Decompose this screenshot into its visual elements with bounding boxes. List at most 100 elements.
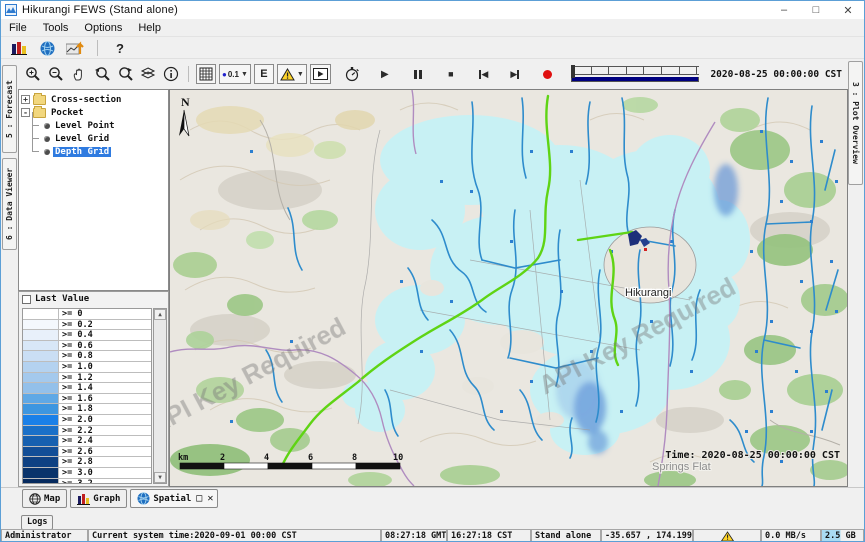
- legend-row: >= 2.2: [23, 426, 151, 437]
- town-label: Hikurangi: [625, 287, 671, 299]
- status-gmt-time: 08:27:18 GMT: [381, 529, 447, 542]
- toolbar-separator: [97, 40, 98, 56]
- last-value-checkbox[interactable]: [22, 295, 31, 304]
- legend-swatch: [23, 457, 59, 467]
- scroll-up-icon[interactable]: ▲: [154, 309, 166, 320]
- classbreaks-value: 0.1: [228, 70, 239, 79]
- menu-help[interactable]: Help: [130, 20, 169, 36]
- tree-node-level-grid[interactable]: Level Grid: [21, 132, 166, 145]
- classbreaks-dropdown[interactable]: ● 0.1 ▼: [219, 64, 251, 84]
- status-network-rate: 0.0 MB/s: [761, 529, 821, 542]
- tab-graph[interactable]: Graph: [70, 489, 127, 508]
- legend-row: >= 2.0: [23, 415, 151, 426]
- pan-hand-icon[interactable]: [69, 64, 89, 84]
- info-icon[interactable]: [161, 64, 181, 84]
- folder-icon: [33, 95, 46, 105]
- legend-scrollbar[interactable]: ▲ ▼: [153, 308, 167, 484]
- stop-button[interactable]: ■: [441, 64, 461, 84]
- tab-spatial[interactable]: Spatial □ ✕: [130, 489, 218, 508]
- legend-toggle-button[interactable]: E: [254, 64, 274, 84]
- last-value-label: Last Value: [35, 294, 89, 304]
- legend-row: >= 1.0: [23, 362, 151, 373]
- maximize-button[interactable]: □: [800, 1, 832, 19]
- chevron-down-icon: ▼: [297, 71, 304, 78]
- tab-forecast[interactable]: 5 : Forecast: [2, 65, 17, 153]
- scroll-down-icon[interactable]: ▼: [154, 472, 166, 483]
- status-system-time: Current system time:2020-09-01 00:00 CST: [88, 529, 381, 542]
- zoom-in-icon[interactable]: [23, 64, 43, 84]
- play-button[interactable]: ▶: [375, 64, 395, 84]
- tab-maximize-icon[interactable]: □: [196, 493, 202, 504]
- close-button[interactable]: ✕: [832, 1, 864, 19]
- expand-icon[interactable]: +: [21, 95, 30, 104]
- tab-map[interactable]: Map: [22, 489, 67, 508]
- collapse-icon[interactable]: -: [21, 108, 30, 117]
- tab-plot-overview[interactable]: 3 : Plot Overview: [848, 61, 863, 185]
- warning-triangle-icon: [721, 531, 734, 542]
- current-time-label: 2020-08-25 00:00:00 CST: [710, 69, 842, 80]
- legend-table: >= 0 >= 0.2 >= 0.4 >= 0.6 >= 0.8 >= 1.0 …: [22, 308, 152, 484]
- database-chart-icon[interactable]: [9, 38, 29, 58]
- step-forward-button[interactable]: ▶: [505, 64, 525, 84]
- legend-swatch: [23, 447, 59, 457]
- tree-node-pocket[interactable]: - Pocket: [21, 106, 166, 119]
- timeline-thumb[interactable]: [571, 65, 575, 78]
- svg-text:6: 6: [308, 453, 313, 463]
- tab-close-icon[interactable]: ✕: [207, 493, 213, 504]
- svg-text:8: 8: [352, 453, 357, 463]
- layers-tree: + Cross-section - Pocket Level Point Lev…: [18, 89, 169, 291]
- thresholds-dropdown[interactable]: ▼: [277, 64, 307, 84]
- app-window: Hikurangi FEWS (Stand alone) – □ ✕ File …: [0, 0, 865, 542]
- main-toolbar: ?: [1, 38, 864, 58]
- left-dock-strip: 5 : Forecast 6 : Data Viewer: [1, 65, 18, 487]
- animation-dialog-button[interactable]: [310, 64, 331, 84]
- legend-row: >= 0: [23, 309, 151, 320]
- logs-row: Logs: [1, 509, 864, 529]
- menu-file[interactable]: File: [1, 20, 35, 36]
- app-logo-icon: [5, 4, 17, 16]
- menu-options[interactable]: Options: [76, 20, 130, 36]
- legend-swatch: [23, 362, 59, 372]
- zoom-out-icon[interactable]: [46, 64, 66, 84]
- legend-swatch: [23, 394, 59, 404]
- map-time-label: Time: 2020-08-25 00:00:00 CST: [665, 449, 840, 461]
- record-button[interactable]: [538, 64, 558, 84]
- legend-swatch: [23, 351, 59, 361]
- warning-triangle-icon: [280, 68, 295, 81]
- legend-swatch: [23, 330, 59, 340]
- help-button[interactable]: ?: [110, 38, 130, 58]
- timer-icon[interactable]: [342, 64, 362, 84]
- legend-row: >= 2.6: [23, 447, 151, 458]
- minimize-button[interactable]: –: [768, 1, 800, 19]
- svg-text:10: 10: [393, 453, 403, 463]
- globe-icon[interactable]: [37, 38, 57, 58]
- tab-data-viewer[interactable]: 6 : Data Viewer: [2, 158, 17, 250]
- tree-node-level-point[interactable]: Level Point: [21, 119, 166, 132]
- legend-swatch: [23, 479, 59, 485]
- legend-swatch: [23, 341, 59, 351]
- pause-button[interactable]: [408, 64, 428, 84]
- step-back-button[interactable]: ◀: [474, 64, 494, 84]
- zoom-next-icon[interactable]: [115, 64, 135, 84]
- toolbar-separator: [188, 66, 189, 82]
- zoom-previous-icon[interactable]: [92, 64, 112, 84]
- legend-row: >= 1.6: [23, 394, 151, 405]
- timeline-period-bar: [571, 77, 700, 82]
- map-canvas[interactable]: API Key Required API Key Required Hikura…: [169, 89, 848, 487]
- legend-swatch: [23, 373, 59, 383]
- legend-swatch: [23, 415, 59, 425]
- timeline-slider[interactable]: [571, 66, 700, 82]
- tree-node-cross-section[interactable]: + Cross-section: [21, 93, 166, 106]
- grid-display-button[interactable]: [196, 64, 216, 84]
- legend-row: >= 0.8: [23, 351, 151, 362]
- legend-row: >= 0.6: [23, 341, 151, 352]
- legend-swatch: [23, 383, 59, 393]
- menu-tools[interactable]: Tools: [35, 20, 77, 36]
- logs-button[interactable]: Logs: [21, 515, 53, 530]
- tree-node-depth-grid[interactable]: Depth Grid: [21, 145, 166, 158]
- timeseries-import-icon[interactable]: [65, 38, 85, 58]
- window-title: Hikurangi FEWS (Stand alone): [22, 4, 178, 16]
- layers-icon[interactable]: [138, 64, 158, 84]
- legend-row: >= 3.2: [23, 479, 151, 485]
- legend-swatch: [23, 404, 59, 414]
